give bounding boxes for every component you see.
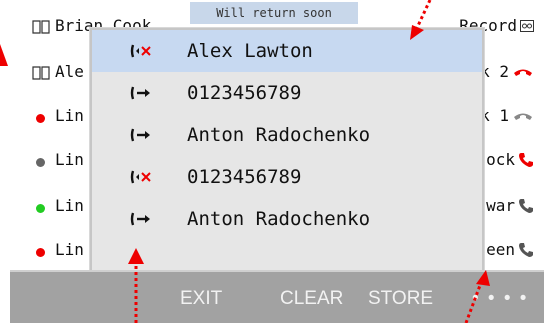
annotation-arrowhead-icon [410, 25, 424, 40]
annotation-arrows [128, 0, 490, 323]
annotation-arrow-line [414, 0, 432, 31]
annotation-arrowhead-icon [128, 248, 144, 264]
annotation-arrow-line [464, 279, 484, 323]
annotation-arrowhead-icon [476, 270, 490, 286]
